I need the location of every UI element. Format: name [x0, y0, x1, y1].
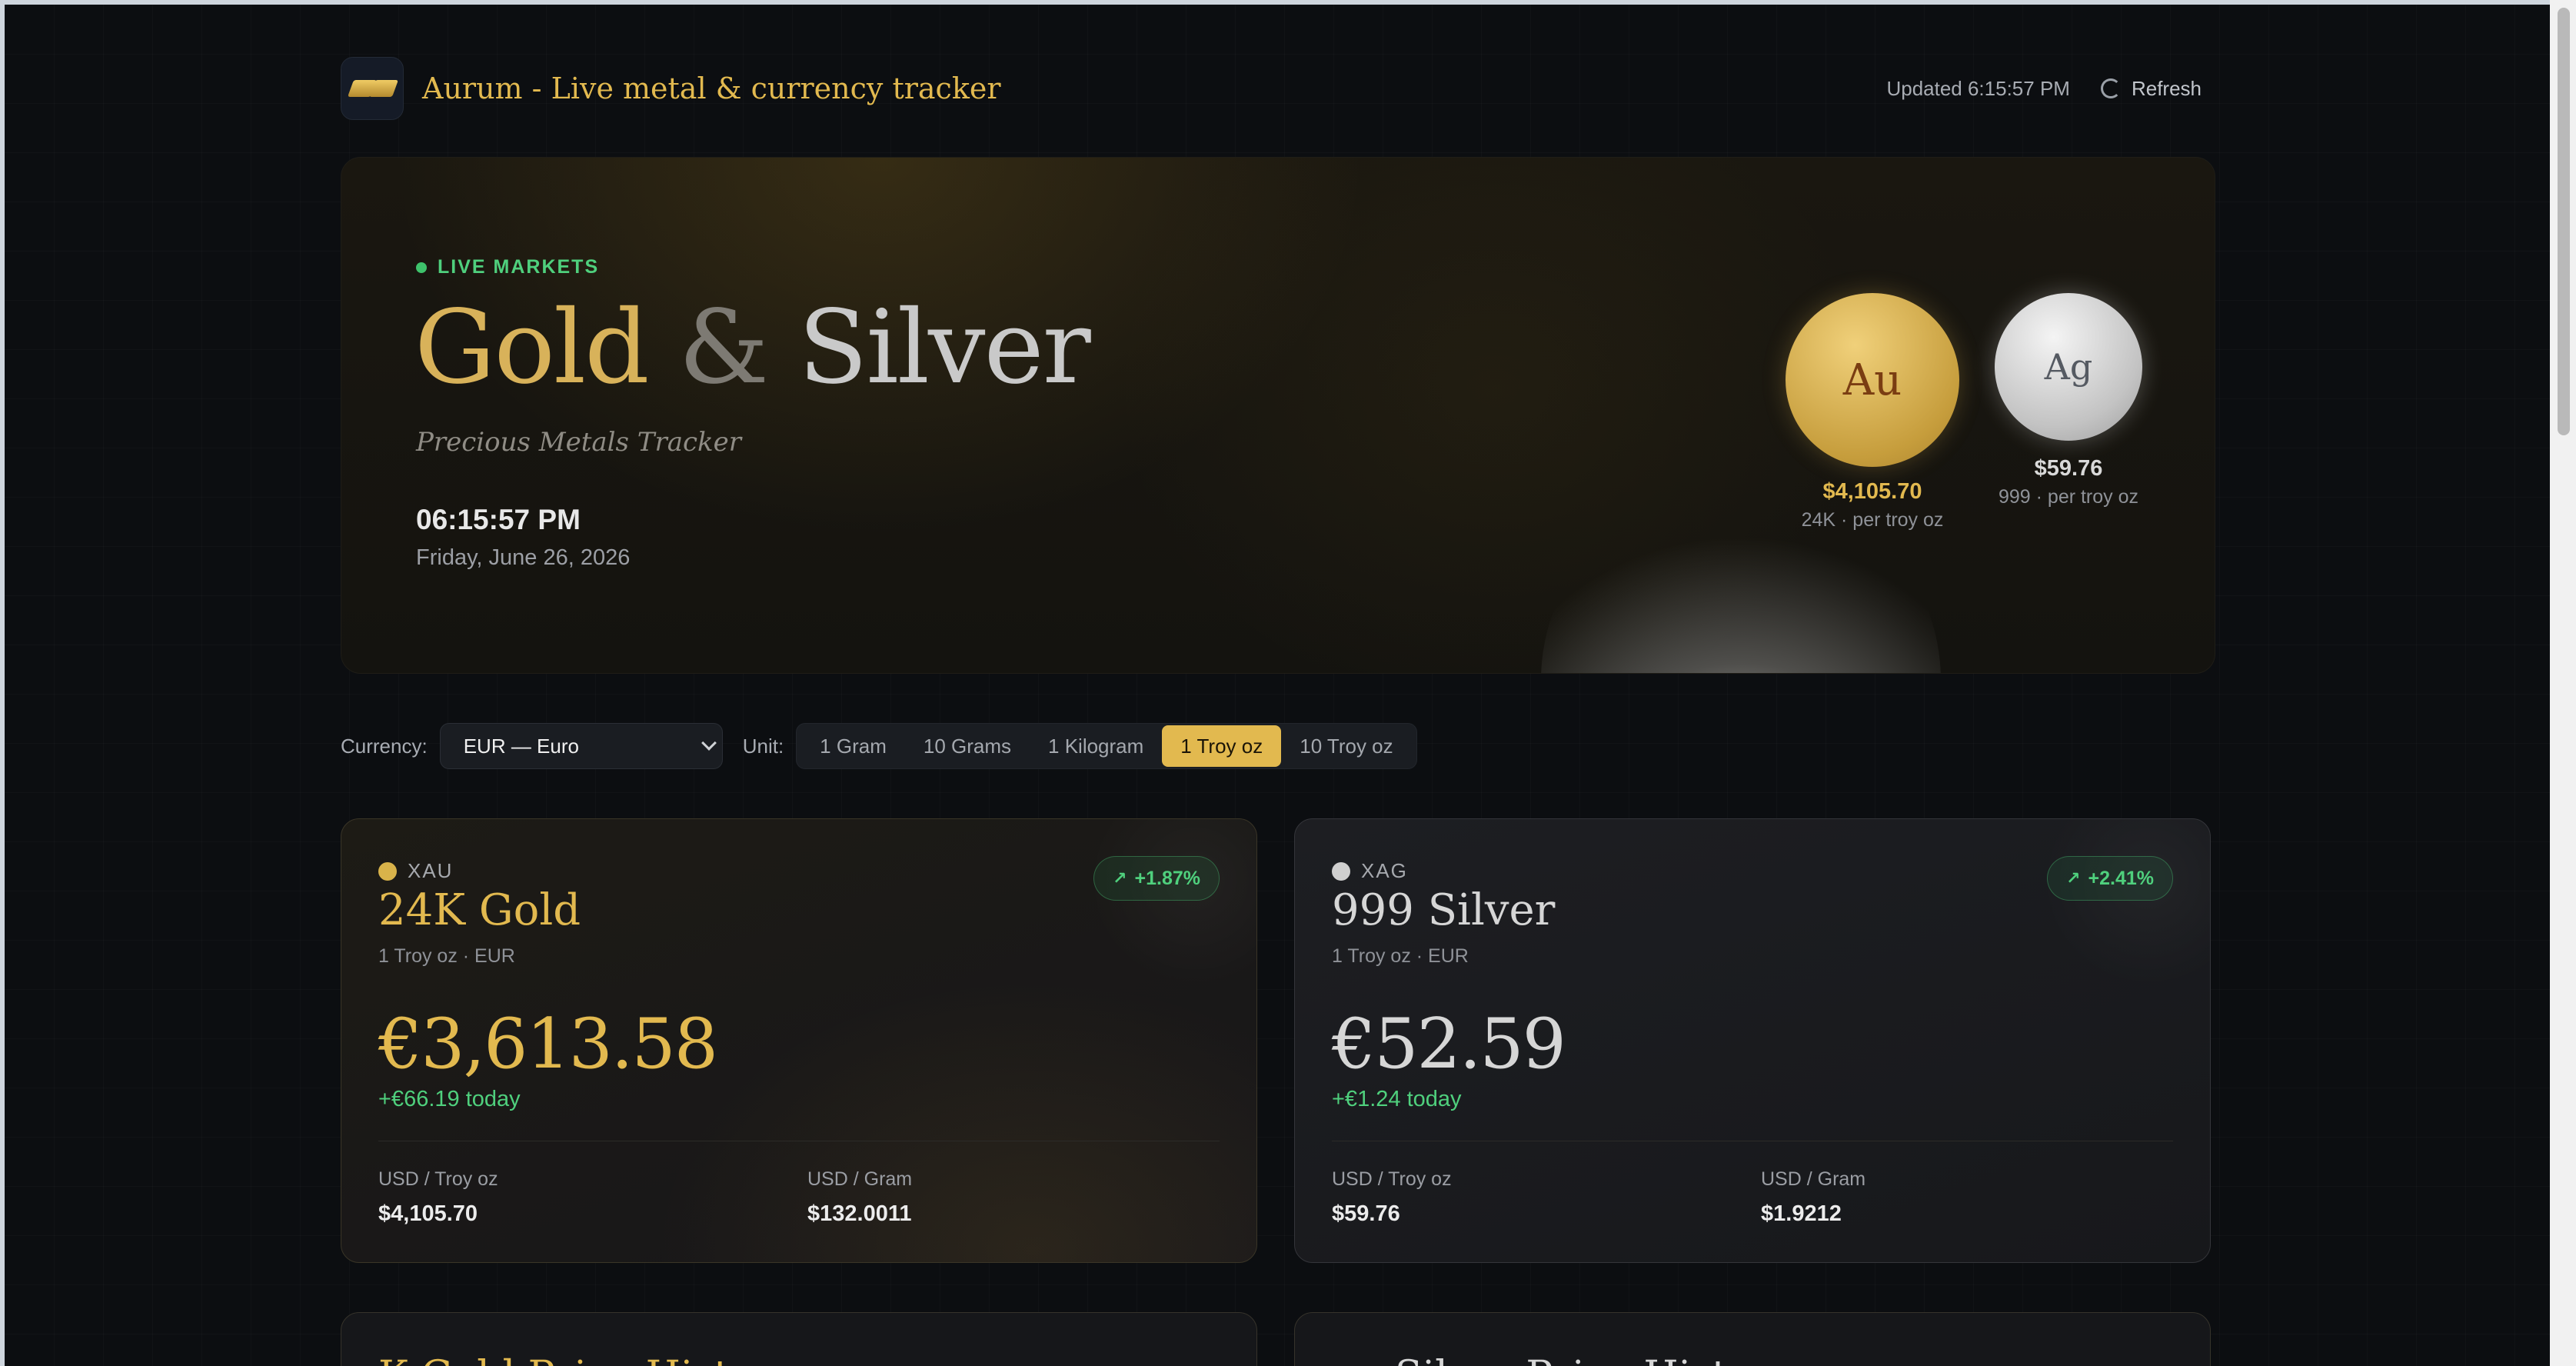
silver-coin-sub: 999 · per troy oz: [1998, 486, 2139, 508]
app-logo: [341, 57, 404, 120]
trend-up-icon: ↗: [1113, 868, 1127, 888]
currency-label: Currency:: [341, 734, 428, 758]
gold-symbol-text: XAU: [408, 859, 454, 882]
gold-bars-icon: [351, 78, 394, 98]
unit-selector: 1 Gram 10 Grams 1 Kilogram 1 Troy oz 10 …: [796, 723, 1417, 769]
hero-panel: LIVE MARKETS Gold & Silver Precious Meta…: [341, 157, 2215, 674]
live-dot-icon: [416, 262, 427, 273]
refresh-icon: [2100, 78, 2121, 98]
gold-history-card: K Gold Price History: [341, 1312, 1257, 1366]
gold-coin-sub: 24K · per troy oz: [1801, 509, 1944, 531]
silver-card-unit: 1 Troy oz · EUR: [1332, 945, 1469, 967]
stat-label: USD / Gram: [807, 1168, 913, 1190]
stat-label: USD / Troy oz: [378, 1168, 498, 1190]
hero-clock-time: 06:15:57 PM: [416, 504, 581, 535]
gold-stat-usd-gram: USD / Gram $132.0011: [807, 1168, 912, 1227]
silver-change-badge: ↗ +2.41%: [2047, 856, 2173, 901]
unit-option-1-gram[interactable]: 1 Gram: [801, 725, 905, 767]
card-corner-glow: [1087, 819, 1256, 988]
silver-history-title: Silver Price History: [1395, 1353, 1793, 1366]
gold-change-percent: +1.87%: [1134, 867, 1201, 889]
gold-price-card: XAU 24K Gold 1 Troy oz · EUR ↗ +1.87% €3…: [341, 818, 1257, 1263]
unit-option-1-troy-oz[interactable]: 1 Troy oz: [1162, 725, 1282, 767]
silver-dot-icon: [1332, 861, 1350, 881]
silver-stat-usd-gram: USD / Gram $1.9212: [1761, 1168, 1865, 1227]
stat-value: $1.9212: [1761, 1201, 1842, 1226]
silver-stat-usd-troy-oz: USD / Troy oz $59.76: [1332, 1168, 1452, 1227]
gold-card-unit: 1 Troy oz · EUR: [378, 945, 515, 967]
stat-value: $132.0011: [807, 1201, 912, 1226]
silver-coin-label: $59.76 999 · per troy oz: [1969, 456, 2168, 508]
app-header: Aurum - Live metal & currency tracker Up…: [341, 52, 2215, 125]
gold-coin-icon: Au: [1786, 293, 1959, 467]
gold-dot-icon: [378, 861, 397, 881]
gold-history-title: K Gold Price History: [378, 1353, 796, 1366]
unit-option-10-grams[interactable]: 10 Grams: [905, 725, 1030, 767]
currency-value: EUR — Euro: [463, 734, 579, 758]
header-actions: Updated 6:15:57 PM Refresh: [1886, 77, 2215, 101]
app-viewport: Aurum - Live metal & currency tracker Up…: [5, 5, 2550, 1366]
silver-coin-symbol: Ag: [2044, 346, 2093, 388]
hero-title-ampersand: &: [678, 288, 769, 407]
hero-subtitle: Precious Metals Tracker: [416, 427, 742, 458]
hero-title: Gold & Silver: [414, 288, 1091, 407]
stat-label: USD / Gram: [1761, 1168, 1866, 1190]
main-container: Aurum - Live metal & currency tracker Up…: [341, 5, 2215, 1366]
silver-price-card: XAG 999 Silver 1 Troy oz · EUR ↗ +2.41% …: [1294, 818, 2211, 1263]
hero-clock-date: Friday, June 26, 2026: [416, 545, 631, 570]
chevron-down-icon: [701, 735, 717, 751]
silver-symbol: XAG: [1332, 859, 1408, 883]
hero-title-silver: Silver: [798, 288, 1091, 407]
app-title: Aurum - Live metal & currency tracker: [422, 72, 1001, 105]
card-corner-glow: [2041, 819, 2210, 988]
silver-change-percent: +2.41%: [2088, 867, 2155, 889]
refresh-button[interactable]: Refresh: [2100, 76, 2202, 101]
gold-coin-label: $4,105.70 24K · per troy oz: [1755, 479, 1990, 531]
stat-value: $4,105.70: [378, 1201, 478, 1226]
silver-card-price: €52.59: [1332, 1004, 1566, 1084]
unit-option-1-kilogram[interactable]: 1 Kilogram: [1030, 725, 1162, 767]
trend-up-icon: ↗: [2066, 868, 2081, 888]
refresh-label: Refresh: [2131, 76, 2202, 100]
silver-card-name: 999 Silver: [1332, 885, 1556, 935]
vertical-scrollbar[interactable]: [2550, 0, 2576, 1366]
gold-coin-price: $4,105.70: [1822, 479, 1922, 504]
gold-card-change: +€66.19 today: [378, 1087, 521, 1111]
hero-title-gold: Gold: [414, 288, 650, 407]
unit-label: Unit:: [742, 734, 784, 758]
unit-option-10-troy-oz[interactable]: 10 Troy oz: [1281, 725, 1411, 767]
silver-history-card: Silver Price History: [1294, 1312, 2211, 1366]
last-updated-text: Updated 6:15:57 PM: [1886, 76, 2070, 100]
gold-coin-symbol: Au: [1842, 355, 1902, 405]
stat-value: $59.76: [1332, 1201, 1400, 1226]
silver-coin-icon: Ag: [1995, 293, 2142, 441]
gold-card-name: 24K Gold: [378, 885, 581, 935]
gold-change-badge: ↗ +1.87%: [1093, 856, 1220, 901]
live-markets-label: LIVE MARKETS: [438, 256, 600, 278]
gold-card-price: €3,613.58: [378, 1004, 718, 1084]
silver-card-change: +€1.24 today: [1332, 1087, 1462, 1111]
scrollbar-thumb[interactable]: [2558, 8, 2570, 435]
silver-symbol-text: XAG: [1361, 859, 1408, 882]
controls-bar: Currency: EUR — Euro Unit: 1 Gram 10 Gra…: [341, 722, 1417, 770]
gold-symbol: XAU: [378, 859, 453, 883]
gold-stat-usd-troy-oz: USD / Troy oz $4,105.70: [378, 1168, 498, 1227]
currency-select[interactable]: EUR — Euro: [439, 723, 723, 769]
live-markets-indicator: LIVE MARKETS: [416, 256, 599, 278]
silver-coin-price: $59.76: [2034, 456, 2103, 481]
stat-label: USD / Troy oz: [1332, 1168, 1452, 1190]
